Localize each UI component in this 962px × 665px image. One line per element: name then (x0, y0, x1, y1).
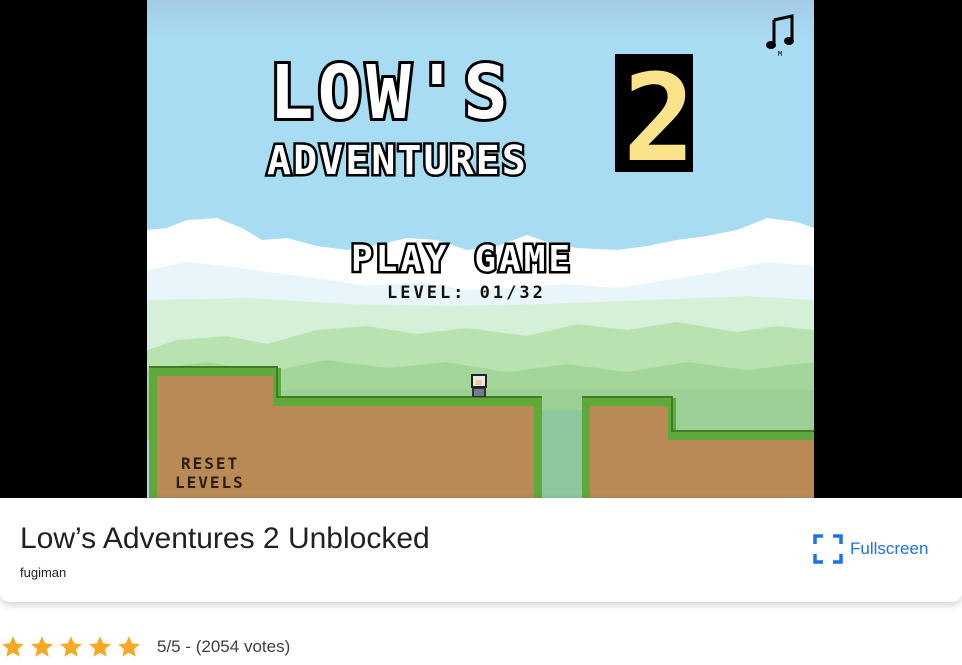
reset-levels-line-2[interactable]: LEVELS (175, 473, 245, 492)
star-icon[interactable] (87, 634, 113, 660)
fullscreen-button[interactable]: Fullscreen (812, 533, 928, 565)
star-icon[interactable] (116, 634, 142, 660)
game-stage: LOW'S ADVENTURES 2 PLAY GAME LEVEL: 01/3… (0, 0, 962, 498)
game-title: Low’s Adventures 2 Unblocked (20, 522, 430, 555)
player-character (471, 374, 487, 397)
star-icon[interactable] (29, 634, 55, 660)
logo-number: 2 (623, 50, 695, 189)
star-rating[interactable] (0, 634, 142, 660)
fullscreen-label: Fullscreen (850, 539, 929, 558)
fullscreen-icon (813, 534, 843, 564)
water-gap (542, 410, 582, 498)
game-author[interactable]: fugiman (20, 565, 66, 580)
game-logo: LOW'S ADVENTURES 2 (265, 47, 696, 189)
music-toggle-button[interactable]: M (764, 14, 798, 58)
music-key-label: M (778, 50, 782, 58)
logo-line-2: ADVENTURES (267, 138, 528, 184)
logo-line-1: LOW'S (269, 50, 512, 136)
play-game-button[interactable]: PLAY GAME (349, 237, 573, 283)
game-canvas[interactable]: LOW'S ADVENTURES 2 PLAY GAME LEVEL: 01/3… (147, 0, 814, 498)
star-icon[interactable] (0, 634, 26, 660)
rating-summary: 5/5 - (2054 votes) (157, 637, 291, 656)
music-note-icon: M (766, 14, 794, 58)
game-info-card: Low’s Adventures 2 Unblocked fugiman Ful… (0, 498, 962, 602)
rating-bar: 5/5 - (2054 votes) (0, 632, 290, 662)
star-icon[interactable] (58, 634, 84, 660)
game-scene: LOW'S ADVENTURES 2 PLAY GAME LEVEL: 01/3… (147, 0, 814, 498)
reset-levels-line-1[interactable]: RESET (181, 454, 239, 473)
level-indicator: LEVEL: 01/32 (387, 283, 546, 303)
